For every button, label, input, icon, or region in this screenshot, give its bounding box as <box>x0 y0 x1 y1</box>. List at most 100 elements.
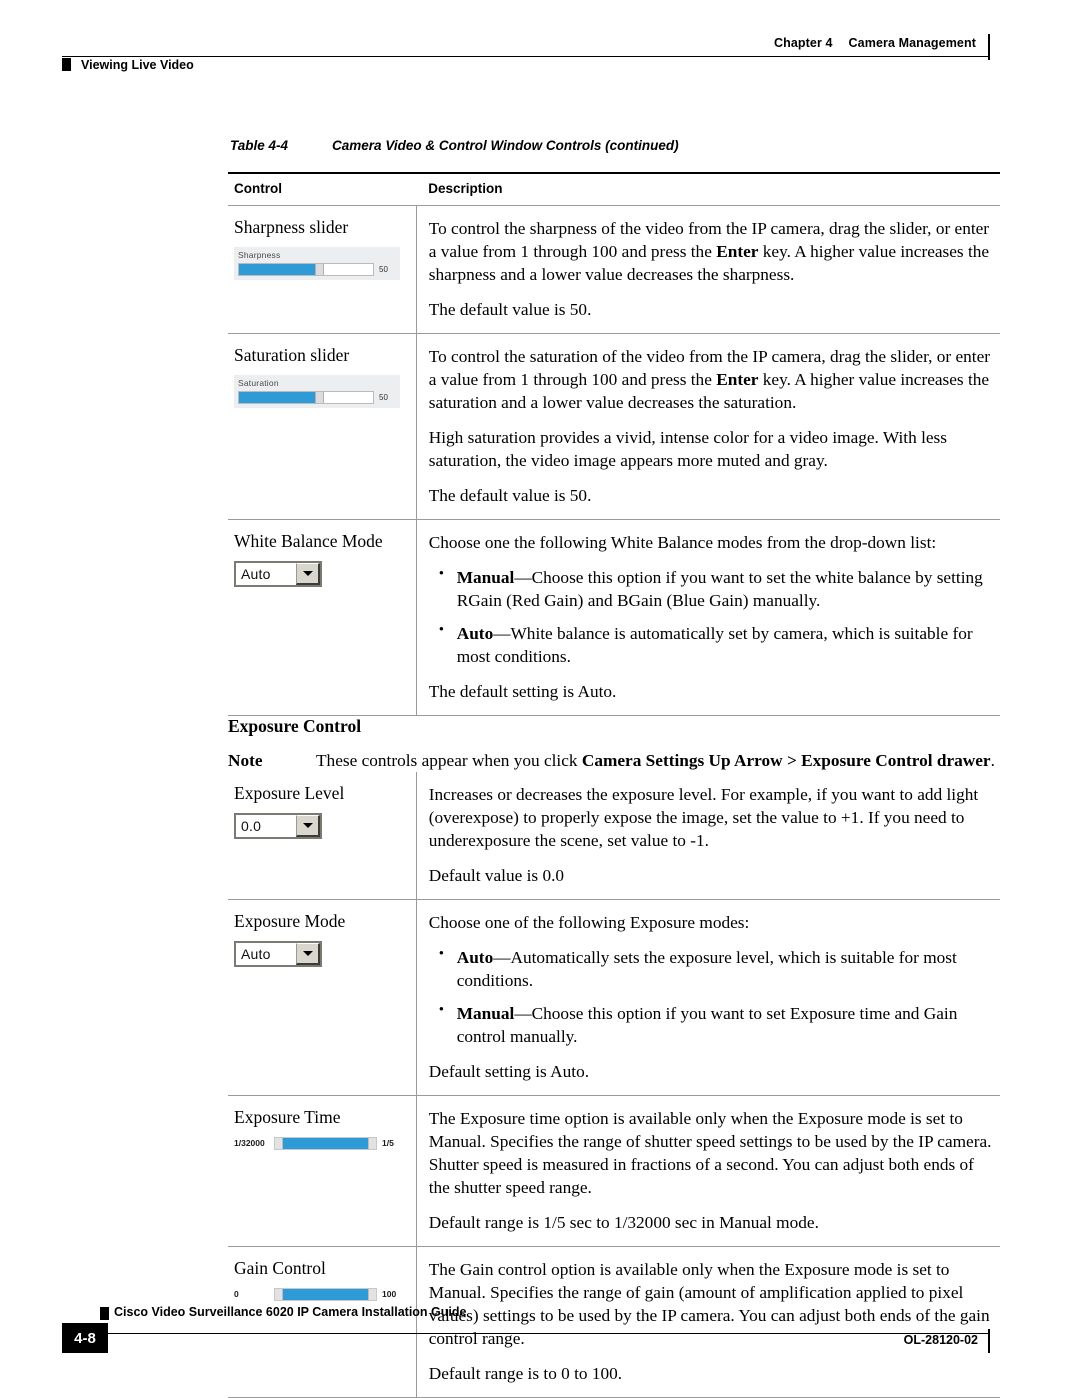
description-paragraph: Increases or decreases the exposure leve… <box>428 785 979 850</box>
control-widget-wrapper: Saturation 50 <box>234 374 410 409</box>
header-section: Viewing Live Video <box>62 58 194 72</box>
column-header-description: Description <box>416 173 1000 206</box>
slider-value: 50 <box>379 264 388 274</box>
table-body: Sharpness slider Sharpness 50 To control th… <box>228 205 1000 1398</box>
range-max-label: 100 <box>382 1289 397 1300</box>
control-widget-wrapper: 0 100 <box>234 1287 410 1301</box>
note-block: Note These controls appear when you click… <box>228 751 995 770</box>
dropdown-value: 0.0 <box>241 817 262 834</box>
chevron-down-icon[interactable] <box>296 562 320 585</box>
range-handle-high[interactable] <box>368 1288 376 1300</box>
description-cell: Increases or decreases the exposure leve… <box>416 772 1000 900</box>
control-cell: Sharpness slider Sharpness 50 <box>228 205 417 334</box>
description-cell: To control the saturation of the video f… <box>416 333 1000 520</box>
slider-widget[interactable]: Sharpness 50 <box>234 246 400 281</box>
range-track[interactable] <box>274 1136 377 1150</box>
slider-handle[interactable] <box>315 264 325 276</box>
table-row: Sharpness slider Sharpness 50 To control th… <box>228 205 1000 334</box>
square-marker-icon <box>62 58 71 71</box>
table-row: Saturation slider Saturation 50 To control … <box>228 333 1000 520</box>
description-cell: To control the sharpness of the video fr… <box>416 205 1000 334</box>
footer-guide-title: Cisco Video Surveillance 6020 IP Camera … <box>114 1305 467 1319</box>
dropdown-select[interactable]: Auto <box>234 940 322 967</box>
slider-track[interactable] <box>238 391 374 405</box>
control-widget-wrapper: Sharpness 50 <box>234 246 410 281</box>
slider-handle[interactable] <box>315 392 325 404</box>
header-rule <box>62 56 988 57</box>
range-fill <box>283 1288 368 1300</box>
description-cell: Choose one of the following Exposure mod… <box>416 899 1000 1096</box>
page-header: Chapter 4 Camera Management Viewing Live … <box>62 30 998 82</box>
table-row: Exposure Time 1/32000 1/5 The Exposure time… <box>228 1095 1000 1247</box>
table-row: White Balance Mode Auto Choose one the fol… <box>228 519 1000 716</box>
dropdown-select[interactable]: 0.0 <box>234 812 322 839</box>
range-fill <box>283 1137 368 1149</box>
footer-page-number: 4-8 <box>62 1323 108 1353</box>
bullet-item: Manual—Choose this option if you want to… <box>429 565 992 612</box>
description-cell: Choose one the following White Balance m… <box>416 519 1000 716</box>
control-cell: Saturation slider Saturation 50 <box>228 333 417 520</box>
description-paragraph: The default value is 50. <box>428 300 592 319</box>
description-paragraph: To control the saturation of the video f… <box>428 347 991 412</box>
description-paragraph: High saturation provides a vivid, intens… <box>428 428 947 470</box>
table-row: Exposure Mode Auto Choose one of the follo… <box>228 899 1000 1096</box>
header-right-tick <box>988 34 990 60</box>
slider-row: 50 <box>238 391 398 405</box>
control-cell: Exposure Level 0.0 <box>228 772 417 900</box>
slider-fill <box>239 264 316 276</box>
slider-fill <box>239 392 316 404</box>
control-widget-wrapper: 1/32000 1/5 <box>234 1136 410 1150</box>
note-label: Note <box>228 751 263 770</box>
control-widget-wrapper: Auto <box>234 560 410 587</box>
range-handle-high[interactable] <box>368 1137 376 1149</box>
control-widget-wrapper: 0.0 <box>234 812 410 839</box>
dropdown-select[interactable]: Auto <box>234 560 322 587</box>
control-cell: White Balance Mode Auto <box>228 519 417 716</box>
description-intro: Choose one of the following Exposure mod… <box>428 913 750 932</box>
control-widget-wrapper: Auto <box>234 940 410 967</box>
table-caption: Table 4-4 Camera Video & Control Window C… <box>230 138 679 153</box>
range-slider-widget[interactable]: 1/32000 1/5 <box>234 1136 406 1150</box>
range-track[interactable] <box>274 1287 377 1301</box>
bullet-item: Manual—Choose this option if you want to… <box>429 1001 992 1048</box>
description-paragraph: The Exposure time option is available on… <box>428 1109 992 1197</box>
range-handle-low[interactable] <box>275 1288 283 1300</box>
chevron-down-icon[interactable] <box>296 942 320 965</box>
slider-row: 50 <box>238 263 398 277</box>
range-handle-low[interactable] <box>275 1137 283 1149</box>
control-label: Exposure Mode <box>234 911 346 931</box>
footer-doc-id: OL-28120-02 <box>903 1333 978 1347</box>
control-label: Exposure Time <box>234 1107 341 1127</box>
description-bullet-list: Manual—Choose this option if you want to… <box>429 565 992 668</box>
dropdown-value: Auto <box>241 945 271 962</box>
slider-track[interactable] <box>238 263 374 277</box>
dropdown-value: Auto <box>241 565 271 582</box>
description-paragraph: The default setting is Auto. <box>428 682 617 701</box>
description-paragraph: Default setting is Auto. <box>428 1062 590 1081</box>
range-max-label: 1/5 <box>382 1138 394 1149</box>
description-paragraph: To control the sharpness of the video fr… <box>428 219 990 284</box>
table-caption-number: Table 4-4 <box>230 138 289 153</box>
header-chapter-title: Camera Management <box>848 36 976 50</box>
page-footer: Cisco Video Surveillance 6020 IP Camera … <box>62 1305 998 1375</box>
slider-label: Saturation <box>238 377 279 388</box>
header-chapter-number: Chapter 4 <box>773 36 833 50</box>
header-chapter: Chapter 4 Camera Management <box>774 36 976 50</box>
caret-glyph <box>302 570 313 576</box>
range-min-label: 1/32000 <box>234 1139 265 1148</box>
column-header-control: Control <box>228 173 417 206</box>
controls-table: Control Description Sharpness slider Shar… <box>228 172 1000 1398</box>
table-header-row: Control Description <box>228 173 1000 206</box>
slider-label: Sharpness <box>238 249 281 260</box>
table-caption-title: Camera Video & Control Window Controls (… <box>332 138 679 153</box>
range-slider-widget[interactable]: 0 100 <box>234 1287 406 1301</box>
slider-widget[interactable]: Saturation 50 <box>234 374 400 409</box>
square-marker-icon <box>100 1307 109 1320</box>
section-band-row: Exposure Control Note These controls appea… <box>228 716 1000 773</box>
slider-value: 50 <box>379 392 388 402</box>
description-bullet-list: Auto—Automatically sets the exposure lev… <box>429 945 992 1048</box>
description-intro: Choose one the following White Balance m… <box>428 533 937 552</box>
chevron-down-icon[interactable] <box>296 814 320 837</box>
control-cell: Exposure Time 1/32000 1/5 <box>228 1095 417 1247</box>
caret-glyph <box>302 822 313 828</box>
